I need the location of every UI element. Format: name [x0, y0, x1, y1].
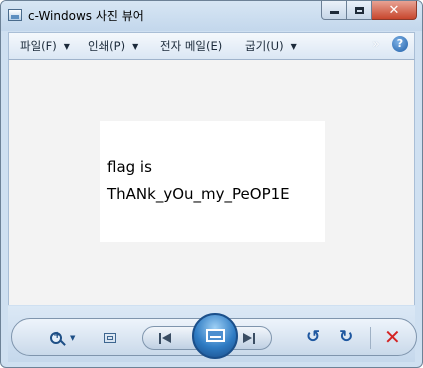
- navigation-bar: ▼ ↺ ↻ ✕: [8, 306, 417, 362]
- command-bar: 파일(F) ▼ 인쇄(P) ▼ 전자 메일(E) 굽기(U) ▼ » ?: [8, 32, 415, 60]
- chevron-down-icon: ▼: [132, 41, 139, 51]
- chevron-down-icon: ▼: [290, 41, 297, 51]
- rotate-clockwise-icon[interactable]: ↻: [339, 329, 355, 346]
- delete-icon[interactable]: ✕: [384, 325, 401, 349]
- toolbar-separator: [370, 327, 371, 349]
- image-viewport[interactable]: flag is ThANk_yOu_my_PeOP1E: [8, 60, 415, 305]
- minimize-button[interactable]: [321, 1, 347, 20]
- menu-file[interactable]: 파일(F) ▼: [20, 38, 70, 54]
- chevron-down-icon: ▼: [70, 334, 76, 342]
- next-icon[interactable]: [241, 333, 255, 344]
- rotate-counterclockwise-icon[interactable]: ↺: [306, 329, 322, 346]
- zoom-button[interactable]: ▼: [50, 329, 80, 347]
- maximize-icon: [354, 6, 364, 14]
- menu-print-label: 인쇄(P): [88, 39, 126, 53]
- menu-print[interactable]: 인쇄(P) ▼: [88, 38, 138, 54]
- image-text-line-1: flag is: [107, 158, 152, 176]
- displayed-image: flag is ThANk_yOu_my_PeOP1E: [100, 121, 325, 242]
- controls-panel: ▼ ↺ ↻ ✕: [11, 313, 417, 359]
- photo-viewer-icon: [8, 9, 22, 21]
- slideshow-icon: [206, 329, 225, 342]
- chevron-down-icon: ▼: [63, 41, 70, 51]
- slideshow-button[interactable]: [192, 313, 238, 359]
- menu-burn-label: 굽기(U): [245, 39, 284, 53]
- window-title: c-Windows 사진 뷰어: [28, 9, 144, 23]
- caption-buttons: ✕: [321, 1, 417, 20]
- photo-viewer-window: c-Windows 사진 뷰어 ✕ 파일(F) ▼ 인쇄(P) ▼ 전자 메일(…: [0, 0, 423, 368]
- fit-window-icon[interactable]: [104, 333, 116, 343]
- more-commands-icon[interactable]: »: [372, 37, 380, 52]
- previous-icon[interactable]: [159, 333, 173, 344]
- close-button[interactable]: ✕: [372, 1, 417, 20]
- menu-email[interactable]: 전자 메일(E): [160, 38, 222, 54]
- maximize-button[interactable]: [347, 1, 372, 20]
- menu-email-label: 전자 메일(E): [160, 39, 223, 53]
- close-icon: ✕: [388, 2, 400, 18]
- image-text-line-2: ThANk_yOu_my_PeOP1E: [107, 185, 290, 203]
- menu-burn[interactable]: 굽기(U) ▼: [245, 38, 297, 54]
- minimize-icon: [329, 11, 339, 14]
- menu-file-label: 파일(F): [20, 39, 57, 53]
- title-bar[interactable]: c-Windows 사진 뷰어 ✕: [1, 1, 422, 31]
- help-icon[interactable]: ?: [392, 36, 408, 52]
